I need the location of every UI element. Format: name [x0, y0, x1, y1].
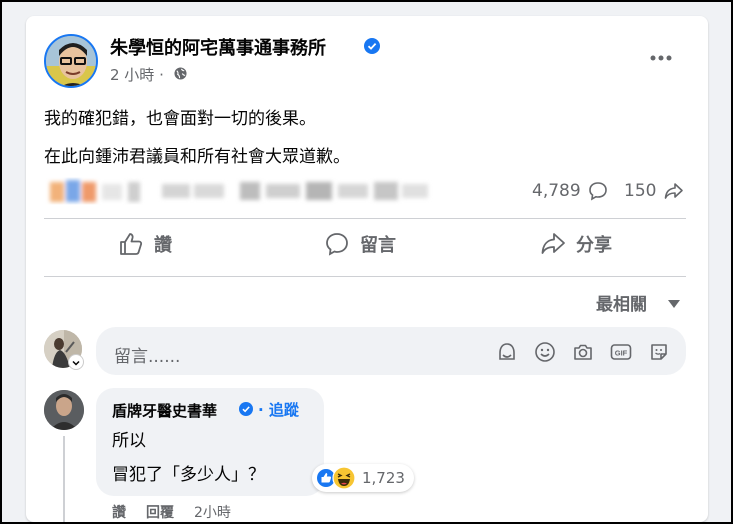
- caret-down-icon[interactable]: [668, 300, 680, 308]
- sticker-icon[interactable]: [648, 341, 670, 363]
- comments-count[interactable]: 4,789: [532, 181, 581, 201]
- comment-sort[interactable]: 最相關: [596, 290, 647, 315]
- comment-time[interactable]: 2小時: [194, 502, 231, 522]
- divider: [44, 276, 686, 277]
- comment-like-action[interactable]: 讚: [112, 502, 126, 522]
- comment-reply-action[interactable]: 回覆: [146, 502, 174, 522]
- speech-bubble-icon: [326, 233, 348, 256]
- share-label: 分享: [576, 235, 612, 256]
- avatar-sticker-icon[interactable]: [496, 341, 518, 363]
- gif-icon[interactable]: GIF: [610, 341, 632, 363]
- chevron-down-icon[interactable]: [68, 354, 84, 370]
- verified-badge-icon: [239, 402, 253, 416]
- page-avatar[interactable]: [44, 34, 98, 88]
- share-arrow-icon: [541, 233, 565, 254]
- comment-text-line-1: 所以: [112, 431, 146, 451]
- share-button[interactable]: 分享: [540, 224, 612, 264]
- shares-count[interactable]: 150: [624, 181, 656, 201]
- verified-badge-icon: [364, 38, 380, 54]
- emoji-icon[interactable]: [534, 341, 556, 363]
- globe-icon: [174, 67, 187, 80]
- commenter-avatar[interactable]: [44, 390, 84, 430]
- comment-actions: 讚 回覆 2小時: [112, 502, 231, 522]
- like-label: 讚: [154, 235, 172, 256]
- comment-input-placeholder[interactable]: 留言......: [114, 342, 180, 367]
- blurred-reactions: [50, 180, 428, 202]
- comment-input[interactable]: [96, 327, 686, 375]
- comment-reaction-count: 1,723: [362, 469, 405, 487]
- follow-link[interactable]: · 追蹤: [258, 399, 299, 420]
- post-time[interactable]: 2 小時 ·: [110, 64, 164, 85]
- page-name[interactable]: 朱學恒的阿宅萬事通事務所: [110, 34, 326, 60]
- post-text-line-2: 在此向鍾沛君議員和所有社會大眾道歉。: [44, 147, 350, 167]
- share-arrow-icon: [664, 183, 683, 199]
- commenter-name[interactable]: 盾牌牙醫史書華: [112, 400, 217, 421]
- camera-icon[interactable]: [572, 341, 594, 363]
- comment-button[interactable]: 留言: [324, 224, 396, 264]
- haha-reaction-icon: [332, 466, 356, 490]
- more-options-icon[interactable]: [648, 48, 674, 68]
- post-text-line-1: 我的確犯錯，也會面對一切的後果。: [44, 109, 316, 129]
- thumbs-up-icon: [120, 233, 143, 255]
- post-card: 朱學恒的阿宅萬事通事務所 2 小時 · 我的確犯錯，也會面對一切的後果。 在此向…: [26, 16, 708, 522]
- like-button[interactable]: 讚: [118, 224, 172, 264]
- thread-line: [63, 436, 65, 522]
- comment-label: 留言: [360, 235, 396, 256]
- comment-text-line-2: 冒犯了「多少人」？: [112, 465, 265, 485]
- divider: [44, 218, 686, 219]
- svg-text:GIF: GIF: [615, 349, 628, 358]
- speech-bubble-icon: [589, 182, 607, 201]
